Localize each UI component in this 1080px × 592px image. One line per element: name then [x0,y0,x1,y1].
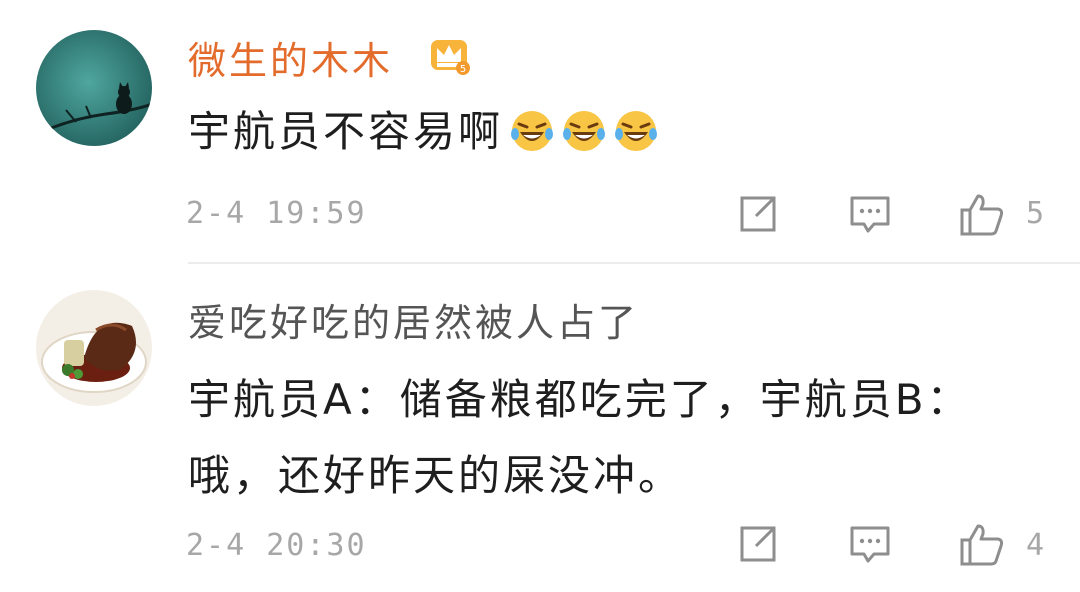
laughing-tears-emoji-icon [563,111,606,151]
username[interactable]: 微生的木木 [188,38,393,84]
comment-text-body: 宇航员不容易啊 [188,107,504,156]
comment-item: 微生的木木 5 宇航员不容易啊 2-4 19:59 5 [0,0,1080,264]
reply-icon[interactable] [846,520,894,568]
thumbs-up-icon[interactable] [958,190,1006,238]
comment-text: 宇航员不容易啊 [188,106,659,158]
comment-timestamp: 2-4 20:30 [186,528,367,563]
avatar[interactable] [36,290,152,406]
comment-timestamp: 2-4 19:59 [186,196,367,231]
vip-crown-badge-icon: 5 [431,40,470,75]
laughing-tears-emoji-icon [615,111,658,151]
like-count: 4 [1026,528,1045,563]
reply-icon[interactable] [846,190,894,238]
comment-text: 宇航员A：储备粮都吃完了，宇航员B：哦，还好昨天的屎没冲。 [188,375,972,500]
share-icon[interactable] [734,520,782,568]
svg-text:5: 5 [460,64,466,75]
share-icon[interactable] [734,190,782,238]
avatar-image [36,290,152,406]
laughing-tears-emoji-icon [511,111,554,151]
avatar-image [36,30,152,146]
username[interactable]: 爱吃好吃的居然被人占了 [188,300,639,346]
avatar[interactable] [36,30,152,146]
thumbs-up-icon[interactable] [958,520,1006,568]
comment-item: 爱吃好吃的居然被人占了 宇航员A：储备粮都吃完了，宇航员B：哦，还好昨天的屎没冲… [0,262,1080,592]
like-count: 5 [1026,196,1045,231]
